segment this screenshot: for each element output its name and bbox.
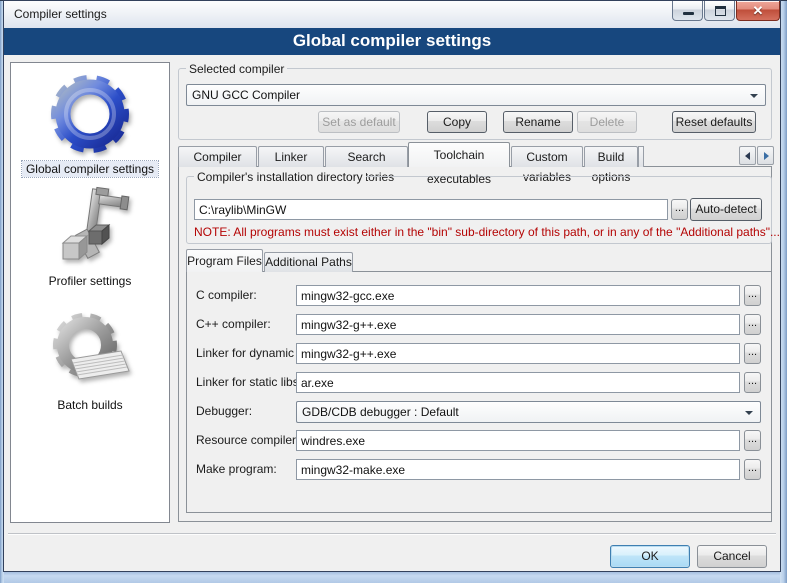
tab-custom-variables[interactable]: Custom variables (511, 146, 583, 167)
tab-scroll-left-icon (745, 152, 750, 160)
window-frame-top (0, 0, 787, 1)
make-program-input[interactable] (296, 459, 740, 480)
close-icon: ✕ (737, 3, 779, 19)
footer-divider (8, 533, 776, 535)
dropdown-arrow-icon (745, 411, 753, 415)
install-dir-group-label: Compiler's installation directory (194, 170, 366, 184)
compiler-select-value: GNU GCC Compiler (192, 88, 300, 102)
auto-detect-button[interactable]: Auto-detect (690, 198, 762, 221)
linker-static-label: Linker for static libs: (196, 372, 302, 393)
tab-linker-settings[interactable]: Linker settings (258, 146, 324, 167)
tab-toolchain-executables[interactable]: Toolchain executables (408, 142, 510, 167)
caliper-icon (47, 185, 133, 271)
window-frame-left (0, 0, 4, 583)
minimize-button[interactable] (672, 1, 703, 21)
make-program-label: Make program: (196, 459, 277, 480)
tab-scroll-right-button[interactable] (757, 146, 774, 165)
sidebar-item-batch-builds[interactable]: Batch builds (11, 305, 169, 414)
set-as-default-button[interactable]: Set as default (318, 111, 400, 133)
install-dir-input[interactable] (194, 199, 668, 220)
tab-scroll-right-icon (764, 152, 769, 160)
install-dir-note: NOTE: All programs must exist either in … (194, 225, 780, 239)
linker-dynamic-input[interactable] (296, 343, 740, 364)
sidebar-item-label: Global compiler settings (22, 161, 158, 177)
dropdown-arrow-icon (750, 94, 758, 98)
sidebar-item-profiler-settings[interactable]: Profiler settings (11, 185, 169, 290)
cancel-button[interactable]: Cancel (697, 545, 767, 568)
resource-compiler-input[interactable] (296, 430, 740, 451)
settings-category-list: Global compiler settings (10, 62, 170, 523)
debugger-select[interactable]: GDB/CDB debugger : Default (296, 401, 761, 423)
cpp-compiler-browse-button[interactable]: ... (744, 314, 761, 335)
linker-static-browse-button[interactable]: ... (744, 372, 761, 393)
ok-button[interactable]: OK (610, 545, 690, 568)
minimize-icon (683, 12, 694, 15)
resource-compiler-browse-button[interactable]: ... (744, 430, 761, 451)
sidebar-item-global-compiler-settings[interactable]: Global compiler settings (11, 69, 169, 178)
cpp-compiler-input[interactable] (296, 314, 740, 335)
window-frame-bottom (0, 571, 787, 583)
maximize-icon (715, 6, 726, 16)
page-title: Global compiler settings (4, 28, 780, 55)
tab-build-options[interactable]: Build options (584, 146, 638, 167)
debugger-label: Debugger: (196, 401, 252, 422)
tab-search-directories[interactable]: Search directories (325, 146, 408, 167)
tab-scroll-left-button[interactable] (739, 146, 756, 165)
blue-gear-icon (45, 69, 135, 159)
delete-button[interactable]: Delete (577, 111, 637, 133)
sidebar-item-label: Profiler settings (45, 273, 136, 289)
linker-dynamic-browse-button[interactable]: ... (744, 343, 761, 364)
compiler-select[interactable]: GNU GCC Compiler (186, 84, 766, 106)
cpp-compiler-label: C++ compiler: (196, 314, 271, 335)
resource-compiler-label: Resource compiler: (196, 430, 299, 451)
window-title: Compiler settings (14, 7, 107, 21)
close-button[interactable]: ✕ (736, 1, 780, 21)
reset-defaults-button[interactable]: Reset defaults (672, 111, 756, 133)
rename-button[interactable]: Rename (503, 111, 573, 133)
tab-partial[interactable] (638, 146, 644, 167)
sidebar-item-label: Batch builds (53, 397, 126, 413)
linker-static-input[interactable] (296, 372, 740, 393)
selected-compiler-group-label: Selected compiler (186, 62, 287, 76)
window-frame-right (780, 0, 787, 583)
subtab-program-files[interactable]: Program Files (186, 249, 263, 272)
make-program-browse-button[interactable]: ... (744, 459, 761, 480)
maximize-button[interactable] (704, 1, 735, 21)
tab-compiler-settings[interactable]: Compiler settings (178, 146, 257, 167)
compiler-settings-dialog: Compiler settings ✕ Global compiler sett… (0, 0, 787, 583)
c-compiler-browse-button[interactable]: ... (744, 285, 761, 306)
c-compiler-input[interactable] (296, 285, 740, 306)
install-dir-browse-button[interactable]: ... (671, 199, 688, 220)
debugger-select-value: GDB/CDB debugger : Default (302, 405, 459, 419)
title-bar[interactable]: Compiler settings (4, 1, 780, 28)
gray-gear-papers-icon (45, 305, 135, 395)
subtab-additional-paths[interactable]: Additional Paths (264, 252, 353, 272)
copy-button[interactable]: Copy (427, 111, 487, 133)
c-compiler-label: C compiler: (196, 285, 257, 306)
